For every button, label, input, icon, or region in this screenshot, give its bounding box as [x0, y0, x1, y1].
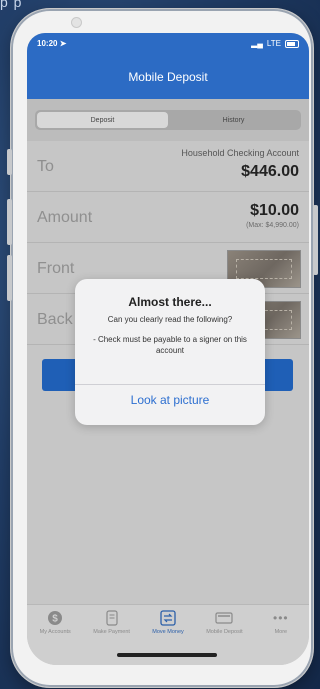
tab-more[interactable]: ••• More — [253, 609, 309, 647]
tab-my-accounts[interactable]: $ My Accounts — [27, 609, 83, 647]
svg-text:$: $ — [52, 614, 58, 625]
amount-value: $10.00 — [250, 202, 299, 219]
tab-label: Move Money — [152, 629, 184, 635]
tab-label: More — [274, 629, 288, 635]
side-button — [7, 149, 12, 175]
amount-row[interactable]: Amount $10.00 (Max: $4,990.00) — [27, 192, 309, 243]
tab-label: Mobile Deposit — [206, 629, 243, 635]
check-card-icon — [215, 609, 234, 627]
camera-dot — [71, 17, 82, 28]
volume-up-button — [7, 199, 12, 245]
volume-down-button — [7, 255, 12, 301]
bottom-tab-bar: $ My Accounts Make Payment Move Money Mo… — [27, 604, 309, 665]
dialog-message: Can you clearly read the following? — [107, 315, 233, 324]
look-at-picture-button[interactable]: Look at picture — [75, 393, 265, 407]
account-balance: $446.00 — [241, 163, 299, 180]
ellipsis-icon: ••• — [273, 611, 289, 625]
location-arrow-icon: ➤ — [59, 39, 67, 48]
phone-bill-icon — [106, 609, 118, 627]
segmented-control: Deposit History — [35, 110, 301, 130]
tab-history[interactable]: History — [168, 112, 299, 128]
dialog-divider — [75, 384, 265, 385]
to-label: To — [37, 158, 54, 175]
front-label: Front — [37, 260, 75, 277]
status-bar: 10:20 ➤ ▂▄ LTE — [37, 39, 299, 48]
power-button — [313, 205, 318, 275]
back-label: Back — [37, 311, 73, 328]
page-title: Mobile Deposit — [128, 70, 208, 84]
tab-mobile-deposit[interactable]: Mobile Deposit — [196, 609, 252, 647]
status-time: 10:20 ➤ — [37, 39, 67, 48]
transfer-icon — [160, 609, 176, 627]
account-name: Household Checking Account — [181, 148, 299, 158]
background-text: p p — [0, 0, 23, 10]
app-screen: 10:20 ➤ ▂▄ LTE Mobile Deposit Deposit Hi… — [27, 33, 309, 665]
to-row[interactable]: To Household Checking Account $446.00 — [27, 141, 309, 192]
segment-bar: Deposit History — [27, 99, 309, 141]
dollar-circle-icon: $ — [47, 609, 63, 627]
dialog-bullet: - Check must be payable to a signer on t… — [93, 335, 247, 355]
amount-label: Amount — [37, 209, 93, 226]
signal-icon: ▂▄ — [251, 39, 263, 48]
battery-icon — [285, 39, 299, 48]
app-header: 10:20 ➤ ▂▄ LTE Mobile Deposit — [27, 33, 309, 99]
tab-move-money[interactable]: Move Money — [140, 609, 196, 647]
tab-make-payment[interactable]: Make Payment — [83, 609, 139, 647]
network-label: LTE — [266, 39, 281, 48]
tab-label: Make Payment — [93, 629, 130, 635]
alert-dialog: Almost there... Can you clearly read the… — [75, 279, 265, 425]
home-indicator — [117, 653, 217, 657]
tab-deposit[interactable]: Deposit — [37, 112, 168, 128]
dialog-title: Almost there... — [128, 295, 212, 309]
tab-label: My Accounts — [39, 629, 71, 635]
amount-max: (Max: $4,990.00) — [246, 222, 299, 229]
